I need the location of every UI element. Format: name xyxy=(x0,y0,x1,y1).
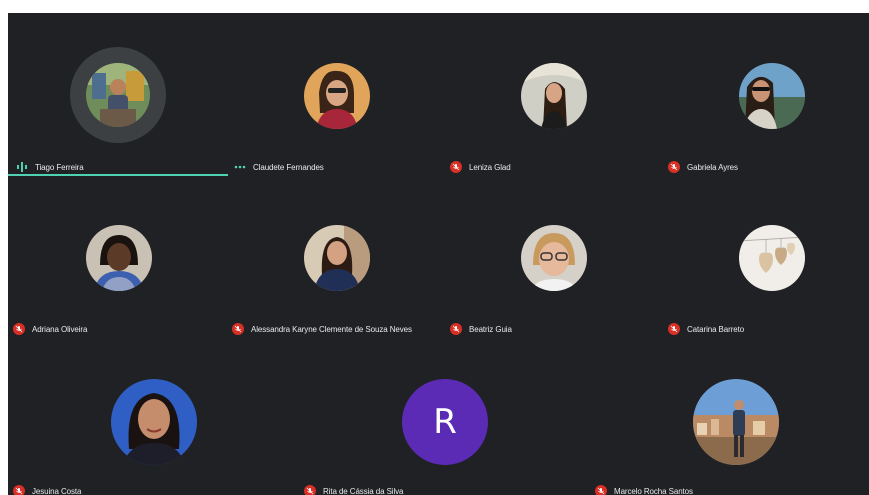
participant-label: Gabriela Ayres xyxy=(668,159,738,175)
participant-name: Tiago Ferreira xyxy=(35,162,84,172)
participant-name: Adriana Oliveira xyxy=(32,324,88,334)
participant-avatar-alessandra[interactable] xyxy=(304,225,370,291)
participant-avatar-rita[interactable]: R xyxy=(402,379,488,465)
participant-avatar-adriana[interactable] xyxy=(86,225,152,291)
participant-avatar-gabriela[interactable] xyxy=(739,63,805,129)
participant-name: Rita de Cássia da Silva xyxy=(323,486,404,495)
participant-avatar-claudete[interactable] xyxy=(304,63,370,129)
avatar-photo xyxy=(739,63,805,129)
mic-off-icon xyxy=(304,485,316,495)
more-dots-icon xyxy=(234,165,246,169)
participant-avatar-beatriz[interactable] xyxy=(521,225,587,291)
participant-label: Tiago Ferreira xyxy=(16,159,84,175)
participant-name: Beatriz Guia xyxy=(469,324,512,334)
avatar-initial: R xyxy=(433,402,457,442)
participant-label: Claudete Fernandes xyxy=(234,159,324,175)
participant-label: Jesuina Costa xyxy=(13,483,82,495)
meeting-grid: Tiago Ferreira Claudete Fernandes Leniza… xyxy=(8,13,869,495)
participant-name: Marcelo Rocha Santos xyxy=(614,486,693,495)
participant-label: Catarina Barreto xyxy=(668,321,744,337)
mic-off-icon xyxy=(450,161,462,173)
participant-label: Leniza Glad xyxy=(450,159,511,175)
audio-wave-icon xyxy=(16,162,28,172)
mic-off-icon xyxy=(668,161,680,173)
participant-name: Alessandra Karyne Clemente de Souza Neve… xyxy=(251,324,412,334)
mic-off-icon xyxy=(595,485,607,495)
participant-label: Alessandra Karyne Clemente de Souza Neve… xyxy=(232,321,412,337)
mic-off-icon xyxy=(13,485,25,495)
avatar-photo xyxy=(521,225,587,291)
avatar-photo xyxy=(304,225,370,291)
mic-off-icon xyxy=(450,323,462,335)
mic-off-icon xyxy=(232,323,244,335)
avatar-photo xyxy=(304,63,370,129)
participant-label: Marcelo Rocha Santos xyxy=(595,483,693,495)
participant-name: Leniza Glad xyxy=(469,162,511,172)
participant-name: Jesuina Costa xyxy=(32,486,82,495)
participant-avatar-marcelo[interactable] xyxy=(693,379,779,465)
participant-name: Claudete Fernandes xyxy=(253,162,324,172)
participant-name: Gabriela Ayres xyxy=(687,162,738,172)
active-speaker-bar xyxy=(8,174,228,176)
mic-off-icon xyxy=(668,323,680,335)
avatar-photo xyxy=(739,225,805,291)
participant-avatar-tiago[interactable] xyxy=(86,63,150,127)
avatar-photo xyxy=(693,379,779,465)
participant-label: Adriana Oliveira xyxy=(13,321,87,337)
participant-avatar-jesuina[interactable] xyxy=(111,379,197,465)
participant-avatar-catarina[interactable] xyxy=(739,225,805,291)
participant-name: Catarina Barreto xyxy=(687,324,745,334)
participant-avatar-leniza[interactable] xyxy=(521,63,587,129)
avatar-photo xyxy=(111,379,197,465)
avatar-photo xyxy=(521,63,587,129)
avatar-photo xyxy=(86,225,152,291)
mic-off-icon xyxy=(13,323,25,335)
avatar-photo xyxy=(86,63,150,127)
participant-label: Beatriz Guia xyxy=(450,321,512,337)
participant-label: Rita de Cássia da Silva xyxy=(304,483,404,495)
